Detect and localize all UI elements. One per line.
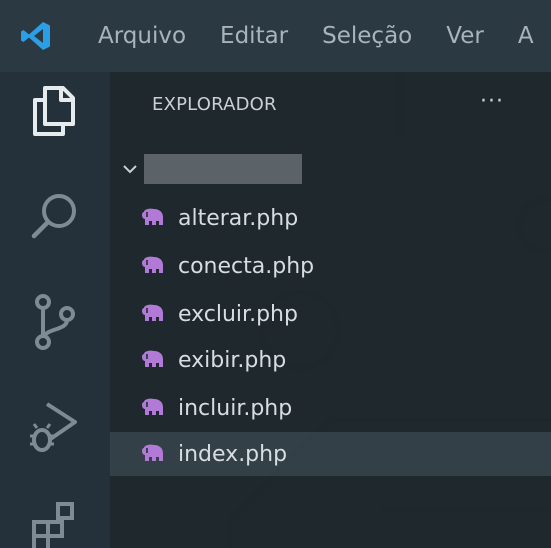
folder-row[interactable]	[110, 154, 551, 184]
file-name: alterar.php	[178, 205, 299, 231]
file-name: conecta.php	[178, 253, 315, 279]
explorer-icon[interactable]	[22, 78, 86, 142]
folder-name-redacted	[144, 154, 302, 184]
menu-view[interactable]: Ver	[446, 23, 484, 49]
file-item-selected[interactable]: index.php	[110, 432, 551, 476]
menu-edit[interactable]: Editar	[220, 23, 288, 49]
file-item[interactable]: conecta.php	[110, 244, 551, 288]
source-control-icon[interactable]	[22, 290, 86, 354]
php-elephant-icon	[140, 443, 166, 465]
file-name: incluir.php	[178, 395, 293, 421]
php-elephant-icon	[140, 207, 166, 229]
sidebar-resize-handle[interactable]	[541, 72, 551, 548]
file-name: excluir.php	[178, 301, 298, 327]
menu-selection[interactable]: Seleção	[322, 23, 412, 49]
file-item[interactable]: exibir.php	[110, 338, 551, 382]
menu-go-partial[interactable]: A	[518, 23, 534, 49]
file-item[interactable]: excluir.php	[110, 292, 551, 336]
file-item[interactable]: incluir.php	[110, 386, 551, 430]
file-item[interactable]: alterar.php	[110, 196, 551, 240]
php-elephant-icon	[140, 349, 166, 371]
explorer-sidebar: EXPLORADOR ··· alterar.php conecta.php e…	[110, 72, 551, 548]
menu-bar: Arquivo Editar Seleção Ver A	[0, 0, 551, 72]
file-name: exibir.php	[178, 347, 287, 373]
more-actions-button[interactable]: ···	[472, 86, 512, 116]
extensions-icon[interactable]	[22, 492, 86, 548]
activity-bar	[0, 72, 110, 548]
run-debug-icon[interactable]	[22, 394, 86, 458]
vscode-window: Arquivo Editar Seleção Ver A EXPLORADOR …	[0, 0, 551, 548]
vscode-logo-icon[interactable]	[18, 18, 54, 54]
search-icon[interactable]	[22, 184, 86, 248]
php-elephant-icon	[140, 255, 166, 277]
menu-file[interactable]: Arquivo	[98, 23, 186, 49]
chevron-down-icon[interactable]	[120, 159, 140, 179]
file-name: index.php	[178, 441, 288, 467]
explorer-title: EXPLORADOR	[152, 94, 277, 115]
php-elephant-icon	[140, 303, 166, 325]
php-elephant-icon	[140, 397, 166, 419]
